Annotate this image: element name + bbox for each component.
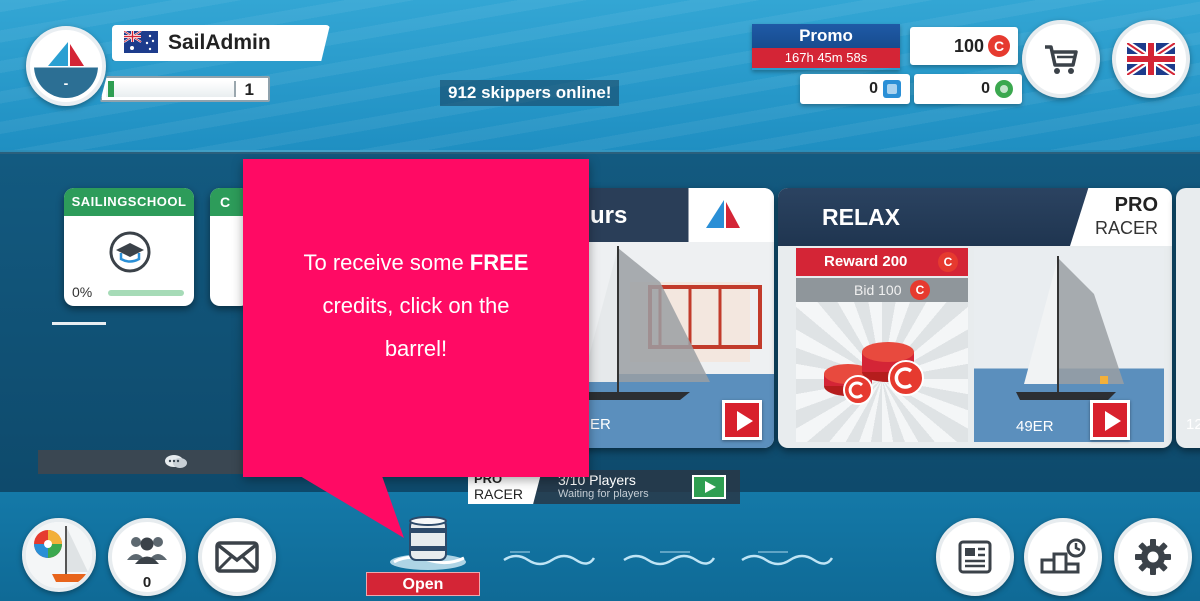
credits-counter[interactable]: 100 C <box>910 27 1018 65</box>
gear-icon <box>1135 539 1171 575</box>
bid-text: Bid 100 <box>854 282 902 298</box>
tooltip-text: To receive some FREE credits, click on t… <box>243 241 589 370</box>
tooltip-line3: barrel! <box>384 336 448 361</box>
carousel-indicator <box>52 322 106 325</box>
xp-progress-bar: 1 <box>100 76 270 102</box>
game-screen: - SailAdmin 1 912 skippers online! Promo… <box>0 0 1200 601</box>
free-credits-barrel-button[interactable] <box>388 510 468 572</box>
rank-label: - <box>63 75 69 91</box>
friends-icon <box>127 537 167 564</box>
chat-bar[interactable] <box>38 450 250 474</box>
lobby-status: Waiting for players <box>558 488 649 500</box>
sailing-school-title: SAILINGSCHOOL <box>64 188 194 216</box>
credit-coin-icon: C <box>938 252 958 272</box>
promo-timer: 167h 45m 58s <box>752 48 900 68</box>
news-button[interactable] <box>936 518 1014 596</box>
green-token-icon <box>995 80 1013 98</box>
settings-button[interactable] <box>1114 518 1192 596</box>
friends-button[interactable]: 0 <box>108 518 186 596</box>
chat-bubble-icon <box>165 455 187 468</box>
gems-amount: 0 <box>869 80 878 97</box>
promo-button[interactable]: Promo 167h 45m 58s <box>752 24 900 70</box>
relax-play-button[interactable] <box>1090 400 1130 440</box>
racer-label: RACER <box>1094 218 1158 238</box>
next-mode-card[interactable]: 12 <box>1176 188 1200 448</box>
promo-title: Promo <box>752 24 900 48</box>
relax-mode-card[interactable]: RELAX PRO RACER Reward 200 C Bid 100 C 4… <box>778 188 1172 448</box>
envelope-icon <box>215 541 259 573</box>
player-level: 1 <box>244 80 254 99</box>
xp-fill <box>108 81 114 97</box>
sailing-school-progress-text: 0% <box>72 284 93 300</box>
tours-play-button[interactable] <box>722 400 762 440</box>
relax-header: RELAX PRO RACER <box>778 188 1172 246</box>
graduation-cap-icon <box>109 231 151 273</box>
relax-boat-image: 49ER <box>974 248 1164 442</box>
friends-count: 0 <box>142 574 152 591</box>
messages-button[interactable] <box>198 518 276 596</box>
xp-track <box>106 81 236 97</box>
open-barrel-button[interactable]: Open <box>366 572 480 596</box>
tours-card[interactable]: urs ER <box>560 188 774 448</box>
uk-flag-icon <box>1127 43 1175 75</box>
credits-amount: 100 <box>953 36 984 56</box>
player-name-plate[interactable]: SailAdmin <box>112 25 330 61</box>
empty-barrel-slot <box>503 551 596 566</box>
boat-customize-button[interactable] <box>22 518 96 592</box>
tours-header: urs <box>560 188 774 242</box>
sailing-school-card[interactable]: SAILINGSCHOOL 0% <box>64 188 194 306</box>
pro-racer-tag: PRO RACER <box>1070 188 1172 246</box>
gems-counter[interactable]: 0 <box>800 74 910 104</box>
reward-row: Reward 200 C <box>796 248 968 276</box>
empty-barrel-slot <box>741 551 834 566</box>
join-lobby-button[interactable] <box>692 475 726 499</box>
color-wheel-icon <box>26 522 92 588</box>
coin-stack-icon <box>824 342 924 405</box>
empty-barrel-slot <box>623 551 716 566</box>
language-button[interactable] <box>1112 20 1190 98</box>
tokens-counter[interactable]: 0 <box>914 74 1022 104</box>
tours-title: urs <box>590 202 628 229</box>
relax-boat-class: 49ER <box>1016 418 1054 435</box>
tooltip-line1: To receive some <box>303 250 470 275</box>
relax-title: RELAX <box>822 204 900 230</box>
leaderboard-button[interactable] <box>1024 518 1102 596</box>
bid-row: Bid 100 C <box>796 278 968 302</box>
shop-button[interactable] <box>1022 20 1100 98</box>
sail-logo-icon <box>706 200 740 228</box>
shopping-cart-icon <box>1045 45 1078 74</box>
free-credits-tooltip: To receive some FREE credits, click on t… <box>243 159 589 477</box>
pro-label: PRO <box>1114 194 1158 216</box>
credit-coin-icon: C <box>910 280 930 300</box>
australia-flag-icon <box>124 31 158 53</box>
player-name: SailAdmin <box>168 31 271 54</box>
online-count-label: 912 skippers online! <box>440 80 620 106</box>
blue-gem-icon <box>883 80 901 98</box>
tooltip-line2: credits, click on the <box>322 293 510 318</box>
reward-text: Reward 200 <box>824 253 908 270</box>
next-mode-boat-class: 12 <box>1186 416 1200 433</box>
sailing-school-progress-bar <box>108 290 184 296</box>
racer-label: RACER <box>474 486 524 502</box>
tooltip-free-word: FREE <box>469 250 529 275</box>
podium-clock-icon <box>1040 538 1086 574</box>
credit-coin-icon: C <box>988 35 1010 57</box>
tokens-amount: 0 <box>981 80 990 97</box>
tours-boat-class: ER <box>590 416 611 433</box>
newspaper-icon <box>958 540 992 574</box>
profile-avatar-button[interactable]: - <box>26 26 106 106</box>
